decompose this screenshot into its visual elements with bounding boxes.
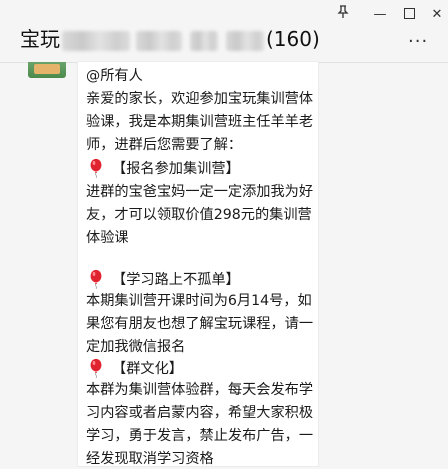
close-button[interactable]: ✕ (422, 4, 448, 26)
member-count: (160) (266, 27, 320, 51)
message-line: 定加我微信报名 (86, 339, 186, 355)
mention-all[interactable]: @所有人 (86, 66, 143, 86)
section-heading: 【报名参加集训营】 (86, 158, 240, 179)
redacted-name-blur (136, 30, 182, 51)
section-heading-text: 【报名参加集训营】 (112, 161, 240, 177)
redacted-name-blur (226, 30, 264, 51)
balloon-icon (90, 358, 102, 378)
message-line: 友，才可以领取价值298元的集训营 (86, 207, 312, 223)
maximize-button[interactable] (394, 4, 424, 26)
sender-avatar[interactable] (28, 62, 66, 78)
redacted-name-blur (190, 30, 218, 51)
message-line: 体验课 (86, 230, 129, 246)
message-line: 学习，勇于发言，禁止发布广告，一 (86, 428, 314, 444)
section-heading: 【群文化】 (86, 358, 183, 379)
message-line: 亲爱的家长，欢迎参加宝玩集训营体 (86, 91, 314, 107)
chat-title-bar: — ✕ 宝玩 (160) ··· (0, 0, 448, 63)
chat-title-prefix: 宝玩 (20, 27, 60, 51)
message-line: 验课，我是本期集训营班主任羊羊老 (86, 114, 314, 130)
message-line: 师，进群后您需要了解： (86, 137, 243, 153)
message-line: 果您有朋友也想了解宝玩课程，请一 (86, 316, 314, 332)
section-heading: 【学习路上不孤单】 (86, 269, 240, 290)
maximize-icon (403, 8, 415, 19)
more-options-icon[interactable]: ··· (408, 33, 428, 51)
redacted-name-blur (62, 30, 130, 51)
message-line: 习内容或者启蒙内容，希望大家积极 (86, 405, 314, 421)
message-bubble: @所有人 亲爱的家长，欢迎参加宝玩集训营体 验课，我是本期集训营班主任羊羊老 师… (78, 62, 318, 467)
minimize-button[interactable]: — (365, 4, 395, 26)
balloon-icon (90, 269, 102, 289)
pin-icon[interactable] (328, 4, 358, 26)
section-heading-text: 【群文化】 (112, 361, 183, 377)
message-line: 进群的宝爸宝妈一定一定添加我为好 (86, 184, 314, 200)
chat-title: 宝玩 (160) (20, 24, 320, 54)
message-line: 本群为集训营体验群，每天会发布学 (86, 382, 314, 398)
message-line: 本期集训营开课时间为6月14号，如 (86, 293, 312, 309)
message-line: 经发现取消学习资格 (86, 451, 214, 467)
balloon-icon (90, 158, 102, 178)
section-heading-text: 【学习路上不孤单】 (112, 272, 240, 288)
